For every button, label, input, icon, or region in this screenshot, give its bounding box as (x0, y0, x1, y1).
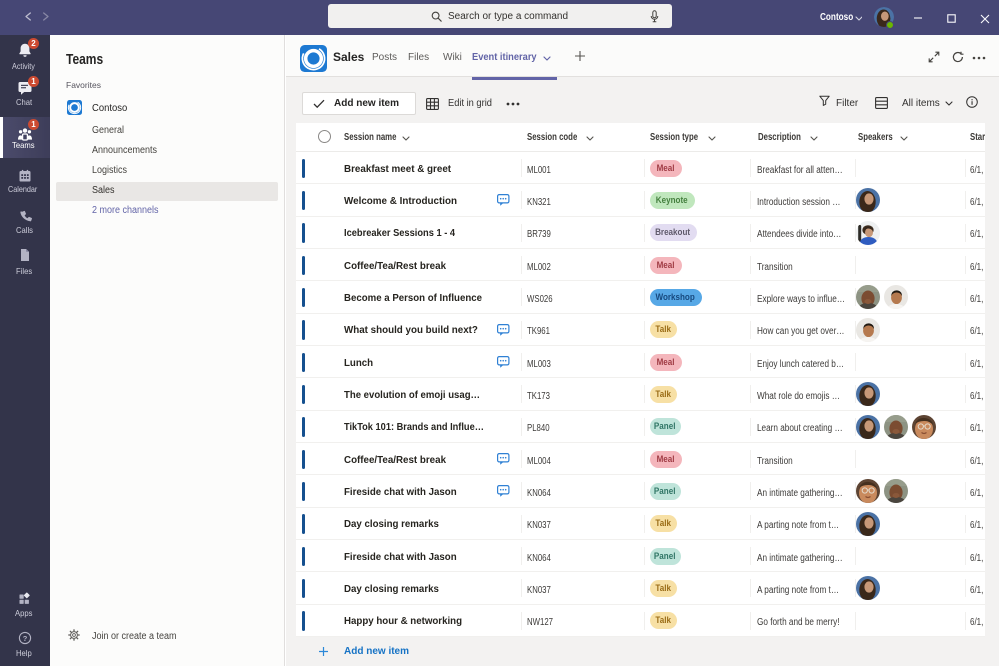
svg-text:?: ? (23, 634, 28, 643)
